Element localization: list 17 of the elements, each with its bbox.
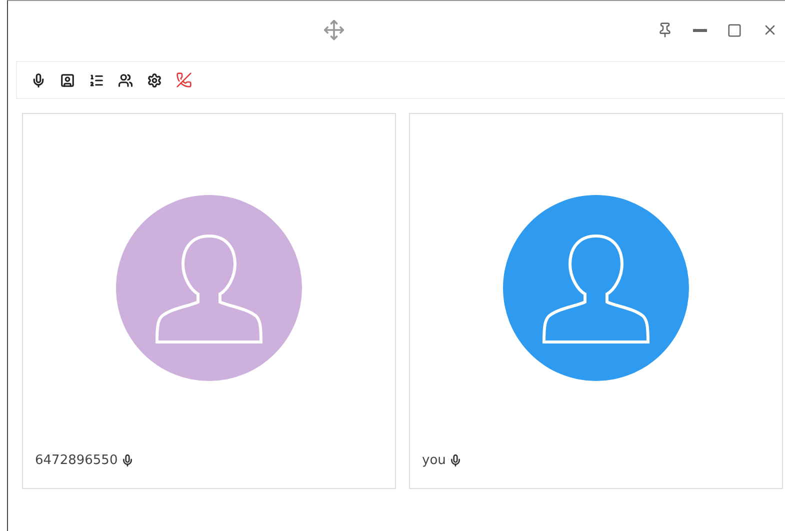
person-icon bbox=[155, 232, 263, 344]
participant-name: 6472896550 bbox=[35, 452, 118, 468]
mic-button[interactable] bbox=[31, 72, 46, 88]
id-card-button[interactable] bbox=[60, 72, 75, 88]
minimize-icon bbox=[693, 28, 707, 32]
move-icon[interactable] bbox=[322, 19, 344, 41]
participant-name: you bbox=[422, 452, 446, 468]
users-button[interactable] bbox=[118, 72, 133, 88]
hang-up-button[interactable] bbox=[176, 72, 192, 88]
maximize-button[interactable] bbox=[727, 22, 742, 38]
minimize-button[interactable] bbox=[693, 28, 707, 32]
person-icon bbox=[542, 232, 650, 344]
pin-button[interactable] bbox=[657, 22, 673, 38]
list-button[interactable] bbox=[89, 72, 104, 88]
mic-icon bbox=[448, 454, 462, 466]
mic-icon bbox=[120, 454, 134, 466]
settings-button[interactable] bbox=[147, 72, 162, 88]
